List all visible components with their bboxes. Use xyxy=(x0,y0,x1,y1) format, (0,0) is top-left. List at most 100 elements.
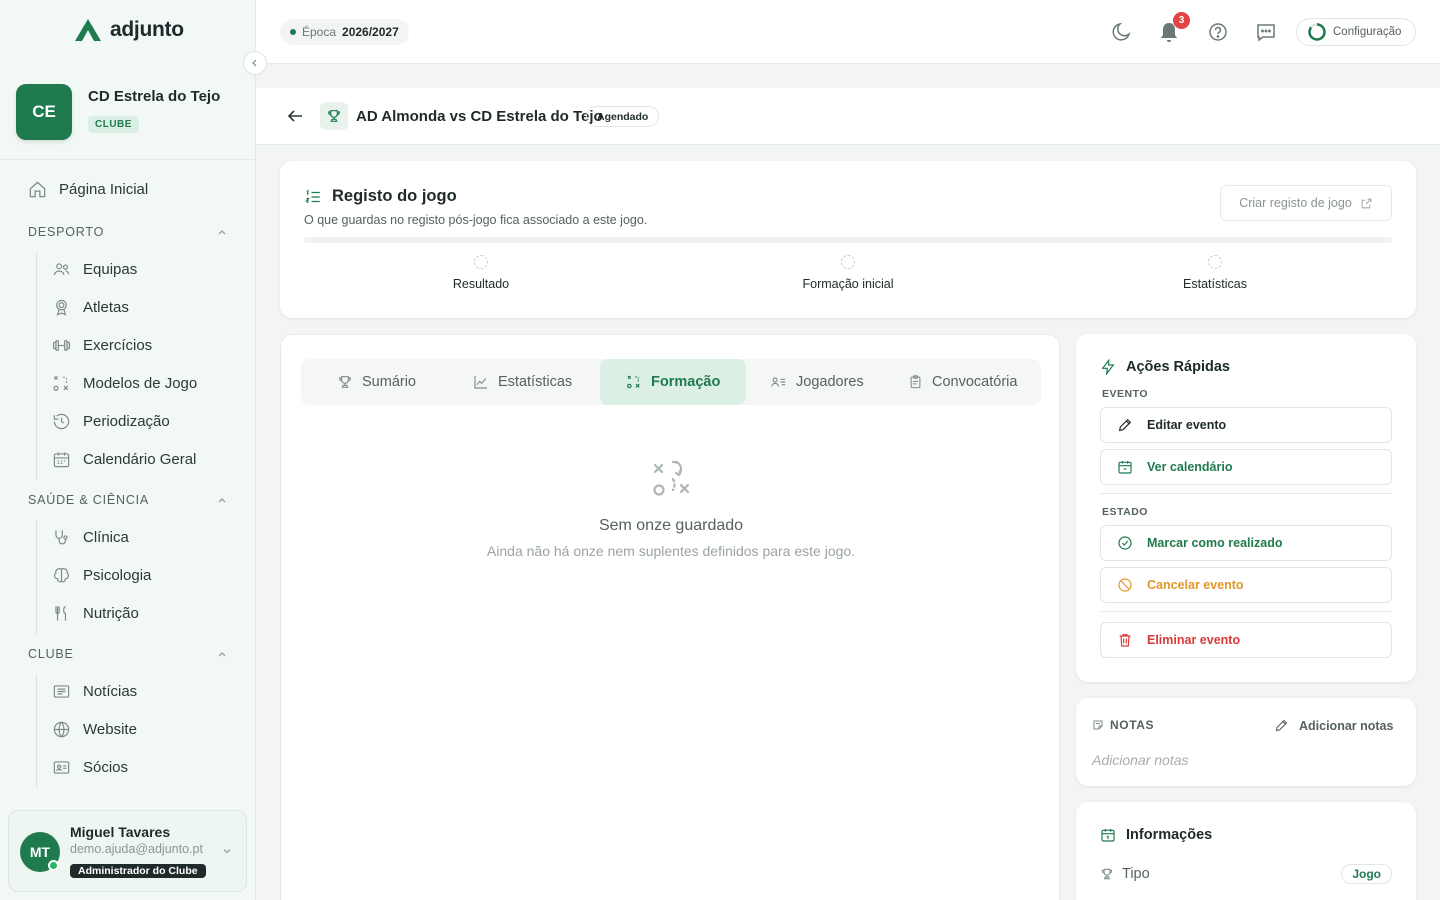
club-selector[interactable]: CE CD Estrela do Tejo CLUBE xyxy=(0,64,255,160)
moon-icon xyxy=(1112,22,1131,41)
chevron-up-icon xyxy=(218,652,226,657)
notes-title: NOTAS xyxy=(1110,718,1155,732)
pencil-icon xyxy=(1275,719,1288,732)
nav-item-label: Calendário Geral xyxy=(83,451,197,468)
tab-convocatoria[interactable]: Convocatória xyxy=(908,359,1017,405)
tab-jogadores[interactable]: Jogadores xyxy=(770,359,864,405)
configuration-label: Configuração xyxy=(1333,26,1402,38)
theme-toggle-button[interactable] xyxy=(1110,20,1134,44)
add-notes-button[interactable]: Adicionar notas xyxy=(1274,718,1393,733)
nav-item-atletas[interactable]: Atletas xyxy=(52,298,129,317)
step-label: Formação inicial xyxy=(802,277,894,291)
messages-button[interactable] xyxy=(1254,20,1278,44)
nav-item-clinica[interactable]: Clínica xyxy=(52,528,129,547)
list-ordered-icon xyxy=(305,188,320,203)
chevron-down-icon xyxy=(223,849,231,854)
tactics-icon xyxy=(627,375,640,389)
nav-item-label: Nutrição xyxy=(83,605,139,622)
pending-step-icon xyxy=(1208,255,1222,269)
season-value: 2026/2027 xyxy=(342,25,399,39)
configuration-button[interactable]: Configuração xyxy=(1296,18,1416,46)
nav-home[interactable]: Página Inicial xyxy=(28,180,148,199)
user-menu[interactable]: MT Miguel Tavares demo.ajuda@adjunto.pt … xyxy=(8,810,247,892)
trophy-icon xyxy=(328,110,340,122)
tab-formacao[interactable]: Formação xyxy=(600,359,747,405)
nav-item-modelos[interactable]: Modelos de Jogo xyxy=(52,374,197,393)
create-game-record-button[interactable]: Criar registo de jogo xyxy=(1220,185,1392,221)
pending-step-icon xyxy=(841,255,855,269)
record-progress-bar xyxy=(304,237,1392,243)
pencil-icon xyxy=(1118,418,1132,432)
quick-actions-card: Ações Rápidas EVENTO Editar evento Ver c… xyxy=(1076,334,1416,682)
app-logo[interactable]: adjunto xyxy=(74,18,184,42)
tab-estatisticas[interactable]: Estatísticas xyxy=(473,359,572,405)
match-tabs: Sumário Estatísticas Formação Jogadores … xyxy=(301,359,1041,405)
section-clube[interactable]: CLUBE xyxy=(28,647,228,661)
view-calendar-button[interactable]: Ver calendário xyxy=(1100,449,1392,485)
quick-actions-title: Ações Rápidas xyxy=(1126,359,1230,375)
mark-done-label: Marcar como realizado xyxy=(1147,536,1283,550)
tab-sumario[interactable]: Sumário xyxy=(337,359,416,405)
step-label: Resultado xyxy=(452,277,510,291)
status-badge: Agendado xyxy=(586,106,660,127)
progress-ring-icon xyxy=(1308,23,1326,41)
edit-event-button[interactable]: Editar evento xyxy=(1100,407,1392,443)
nav-item-calendario[interactable]: Calendário Geral xyxy=(52,450,196,469)
zap-icon xyxy=(1101,359,1115,375)
section-line xyxy=(36,674,37,788)
calendar-icon xyxy=(53,452,70,468)
trophy-icon xyxy=(339,376,351,388)
external-link-icon xyxy=(1361,198,1372,208)
state-section-label: ESTADO xyxy=(1102,506,1148,518)
history-icon xyxy=(53,413,70,430)
step-formacao-inicial: Formação inicial xyxy=(768,255,928,291)
divider xyxy=(1100,493,1392,494)
cancel-event-button[interactable]: Cancelar evento xyxy=(1100,567,1392,603)
empty-state-subtitle: Ainda não há onze nem suplentes definido… xyxy=(486,543,856,559)
tactics-empty-icon xyxy=(653,460,690,496)
nav-item-periodizacao[interactable]: Periodização xyxy=(52,412,170,431)
match-content-card: Sumário Estatísticas Formação Jogadores … xyxy=(280,334,1060,900)
nav-item-label: Psicologia xyxy=(83,567,152,584)
collapse-sidebar-button[interactable] xyxy=(243,51,267,75)
section-line xyxy=(36,520,37,634)
step-estatisticas: Estatísticas xyxy=(1135,255,1295,291)
info-title: Informações xyxy=(1126,827,1213,843)
game-record-title: Registo do jogo xyxy=(332,187,457,205)
mark-done-button[interactable]: Marcar como realizado xyxy=(1100,525,1392,561)
nav-item-equipas[interactable]: Equipas xyxy=(52,260,137,279)
newspaper-icon xyxy=(53,685,70,698)
game-record-subtitle: O que guardas no registo pós-jogo fica a… xyxy=(304,213,648,227)
online-indicator xyxy=(48,860,59,871)
arrow-left-icon xyxy=(287,110,302,122)
event-section-label: EVENTO xyxy=(1102,388,1148,400)
nav-item-psicologia[interactable]: Psicologia xyxy=(52,566,151,585)
create-game-record-label: Criar registo de jogo xyxy=(1239,196,1352,210)
edit-event-label: Editar evento xyxy=(1147,418,1227,432)
help-button[interactable] xyxy=(1206,20,1230,44)
section-desporto[interactable]: DESPORTO xyxy=(28,225,228,239)
delete-event-button[interactable]: Eliminar evento xyxy=(1100,622,1392,658)
line-chart-icon xyxy=(474,376,487,389)
nav-item-label: Sócios xyxy=(83,759,129,776)
message-square-icon xyxy=(1257,24,1275,42)
club-avatar: CE xyxy=(16,84,72,140)
nav-item-socios[interactable]: Sócios xyxy=(52,758,128,777)
sticky-note-icon xyxy=(1093,720,1103,730)
home-icon xyxy=(29,181,46,198)
nav-item-noticias[interactable]: Notícias xyxy=(52,682,137,701)
season-label: Época xyxy=(302,25,337,39)
id-card-icon xyxy=(53,761,70,774)
season-selector[interactable]: Época 2026/2027 xyxy=(280,19,409,45)
calendar-icon xyxy=(1118,461,1132,474)
nav-item-exercicios[interactable]: Exercícios xyxy=(52,336,152,355)
nav-item-nutricao[interactable]: Nutrição xyxy=(52,604,139,623)
notes-placeholder[interactable]: Adicionar notas xyxy=(1092,752,1189,768)
nav-item-website[interactable]: Website xyxy=(52,720,137,739)
section-saude[interactable]: SAÚDE & CIÊNCIA xyxy=(28,493,228,507)
check-circle-icon xyxy=(1118,536,1132,550)
section-line xyxy=(36,252,37,480)
back-button[interactable] xyxy=(286,108,304,124)
utensils-icon xyxy=(55,605,67,621)
cancel-event-label: Cancelar evento xyxy=(1147,578,1244,592)
